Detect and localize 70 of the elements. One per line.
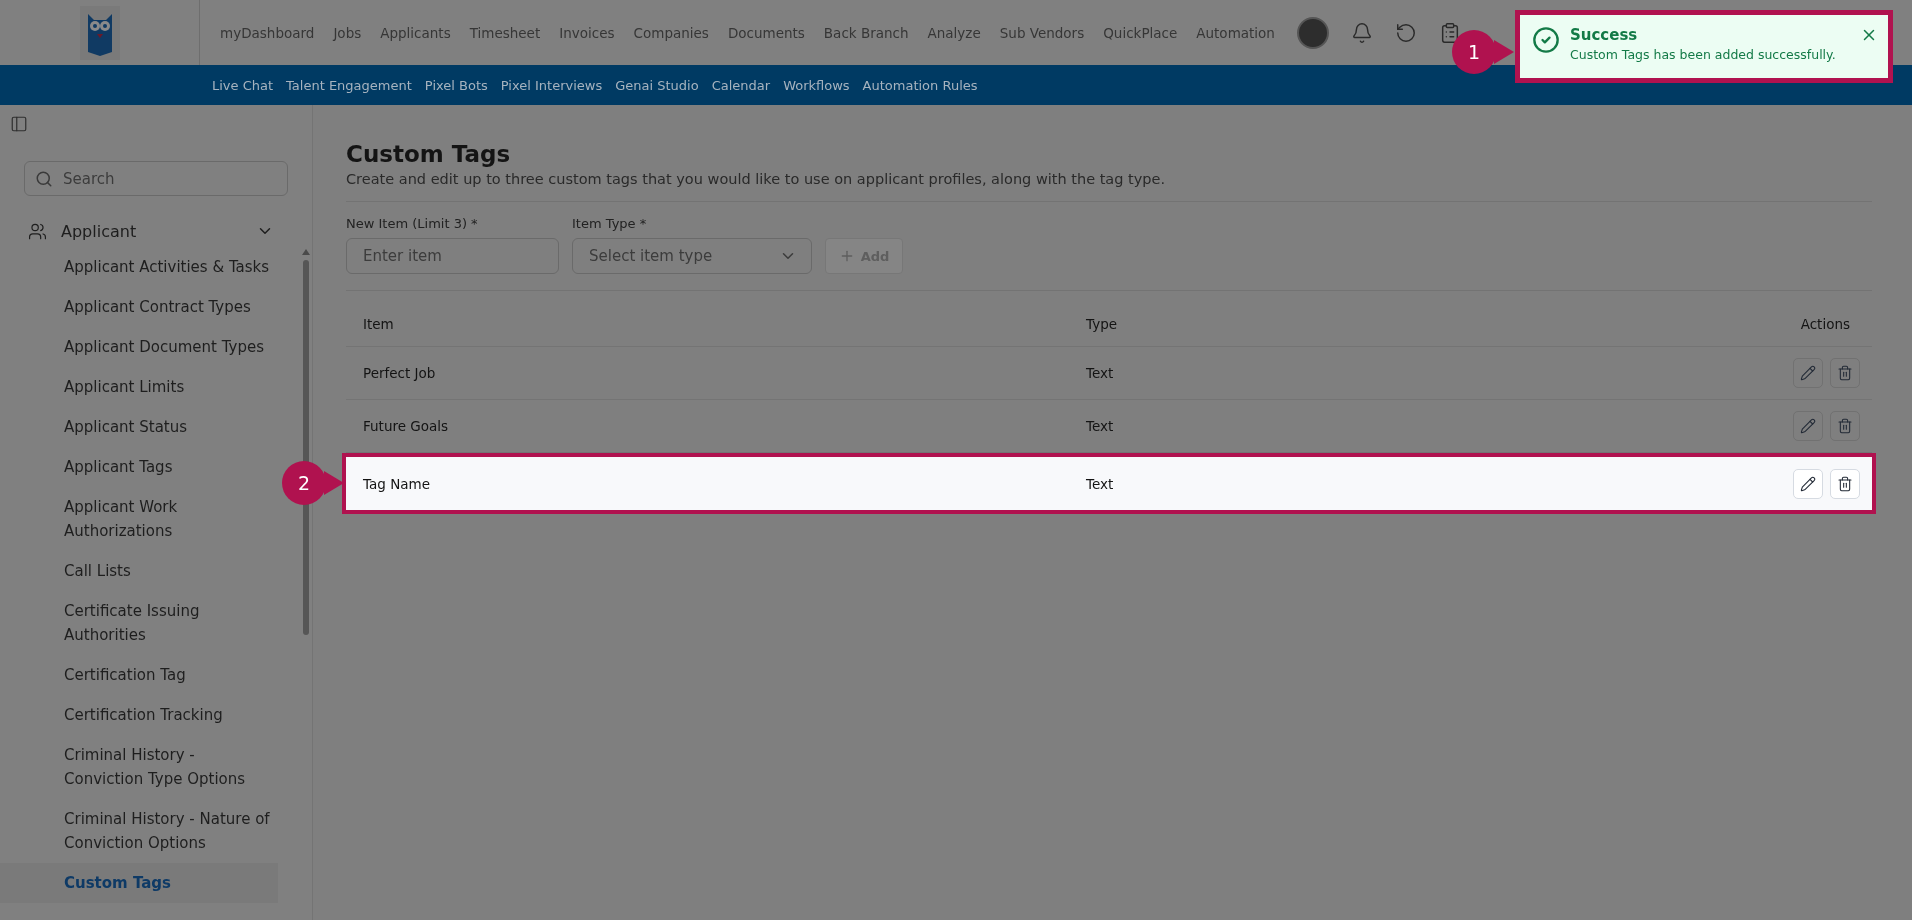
subnav-link[interactable]: Talent Engagement	[286, 77, 412, 93]
subnav-link[interactable]: Pixel Interviews	[500, 77, 603, 93]
table-cell-text: Text	[1086, 365, 1115, 381]
column-header: Actions	[1800, 315, 1850, 332]
nav-link[interactable]: myDashboard	[220, 24, 315, 41]
subnav-link[interactable]: Pixel Bots	[424, 77, 488, 93]
table-cell-text: Perfect Job	[363, 365, 437, 381]
group-label: Applicant	[61, 221, 138, 241]
subnav-link[interactable]: Calendar	[711, 77, 771, 93]
sidebar-item[interactable]: Applicant Document Types	[0, 327, 278, 367]
page-title: Custom Tags	[346, 141, 512, 167]
nav-link[interactable]: Applicants	[380, 24, 451, 41]
users-icon	[28, 221, 47, 241]
sidebar-item[interactable]: Criminal History - Nature of Conviction Options	[0, 799, 278, 863]
scroll-up-icon[interactable]	[302, 249, 310, 255]
nav-link[interactable]: QuickPlace	[1103, 24, 1178, 41]
subnav-link[interactable]: Genai Studio	[615, 77, 699, 93]
sidebar-item[interactable]: Applicant Tags	[0, 447, 278, 487]
nav-link[interactable]: Companies	[633, 24, 709, 41]
table-cell-text: Text	[1086, 418, 1115, 434]
nav-link[interactable]: Sub Vendors	[999, 24, 1085, 41]
pencil-icon	[1800, 365, 1816, 381]
column-header: Type	[1086, 315, 1118, 332]
subnav-link[interactable]: Live Chat	[212, 77, 274, 93]
table-cell-text: Future Goals	[363, 418, 450, 434]
pencil-icon	[1800, 475, 1816, 492]
nav-link[interactable]: Automation	[1196, 24, 1275, 41]
page-description: Create and edit up to three custom tags that you would like to use on applicant profiles, along with the tag type.	[346, 171, 1872, 202]
sidebar-item[interactable]: Applicant Activities & Tasks	[0, 247, 278, 287]
toast-title: Success	[1570, 26, 1639, 44]
sidebar-item[interactable]: Criminal History - Conviction Type Options	[0, 735, 278, 799]
nav-link[interactable]: Documents	[727, 24, 805, 41]
nav-link[interactable]: Analyze	[927, 24, 981, 41]
sidebar-item[interactable]: Applicant Work Authorizations	[0, 487, 278, 551]
search-input[interactable]: Search	[61, 168, 261, 189]
sidebar-group[interactable]: Applicant	[28, 218, 274, 244]
trash-icon	[1837, 475, 1853, 492]
sidebar-item[interactable]: Applicant Limits	[0, 367, 278, 407]
sidebar-item[interactable]: Applicant Contract Types	[0, 287, 278, 327]
nav-link[interactable]: Timesheet	[469, 24, 541, 41]
sidebar-toggle-icon[interactable]	[10, 115, 28, 133]
type-dropdown[interactable]: Select item type	[572, 238, 812, 274]
sidebar-item[interactable]: Applicant Status	[0, 407, 278, 447]
pencil-icon	[1800, 418, 1816, 434]
nav-link[interactable]: Jobs	[333, 24, 362, 41]
sidebar-item[interactable]: Certification Tag	[0, 655, 278, 695]
table-cell-text: Text	[1086, 475, 1115, 492]
owl-logo-icon	[79, 5, 120, 60]
refresh-icon[interactable]	[1394, 21, 1417, 44]
sidebar-item[interactable]: Custom Tags	[0, 863, 278, 903]
item-input-field[interactable]: Enter item	[346, 238, 559, 274]
check-circle-icon	[1532, 26, 1560, 54]
subnav-link[interactable]: Automation Rules	[862, 77, 978, 93]
column-header: Item	[363, 315, 395, 332]
avatar[interactable]	[1296, 16, 1329, 49]
nav-link[interactable]: Back Branch	[823, 24, 909, 41]
trash-icon	[1837, 365, 1853, 381]
sidebar-item[interactable]: Certification Tracking	[0, 695, 278, 735]
sidebar-item[interactable]: Call Lists	[0, 551, 278, 591]
field-label: New Item (Limit 3) *	[346, 216, 479, 231]
search-icon	[35, 169, 53, 188]
subnav-link[interactable]: Workflows	[783, 77, 850, 93]
bell-icon[interactable]	[1350, 21, 1373, 44]
search-field[interactable]: Search	[24, 161, 288, 196]
nav-link[interactable]: Invoices	[559, 24, 615, 41]
table-cell-text: Tag Name	[363, 475, 431, 492]
sidebar-item[interactable]: Certificate Issuing Authorities	[0, 591, 278, 655]
field-label: Item Type *	[572, 216, 648, 231]
trash-icon	[1837, 418, 1853, 434]
toast-message: Custom Tags has been added successfully.	[1570, 47, 1837, 62]
